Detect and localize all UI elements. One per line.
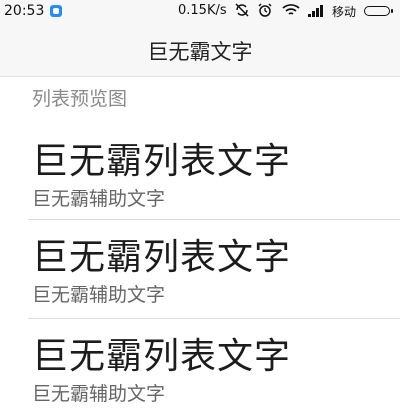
list-item-secondary-text: 巨无霸辅助文字 [32, 383, 166, 405]
carrier-name: 移动 [332, 5, 357, 19]
no-sync-icon [234, 2, 250, 22]
list-item[interactable]: 巨无霸列表文字 巨无霸辅助文字 [0, 220, 400, 318]
list-item-primary-text: 巨无霸列表文字 [32, 336, 292, 377]
battery-icon [364, 6, 393, 16]
status-time: 20:53 [4, 3, 45, 19]
list-item-secondary-text: 巨无霸辅助文字 [32, 188, 166, 210]
page-title: 巨无霸文字 [147, 40, 253, 64]
list-item-secondary-text: 巨无霸辅助文字 [32, 284, 166, 306]
network-speed: 0.15K/s [178, 3, 227, 18]
list-section-header: 列表预览图 [32, 88, 128, 110]
app-notification-icon [50, 5, 62, 17]
signal-icon [308, 5, 326, 17]
alarm-icon [257, 2, 273, 22]
list-item-primary-text: 巨无霸列表文字 [32, 141, 292, 182]
status-bar: 20:53 0.15K/s 移动 [0, 0, 400, 22]
list-item[interactable]: 巨无霸列表文字 巨无霸辅助文字 [0, 124, 400, 222]
title-bar: 巨无霸文字 [0, 22, 400, 77]
wifi-icon [282, 2, 300, 22]
list-item-primary-text: 巨无霸列表文字 [32, 237, 292, 278]
app-screen: 20:53 0.15K/s 移动 巨无霸文字 列表预览图 巨无霸列表文字 巨无霸… [0, 0, 400, 408]
list-item[interactable]: 巨无霸列表文字 巨无霸辅助文字 [0, 319, 400, 408]
